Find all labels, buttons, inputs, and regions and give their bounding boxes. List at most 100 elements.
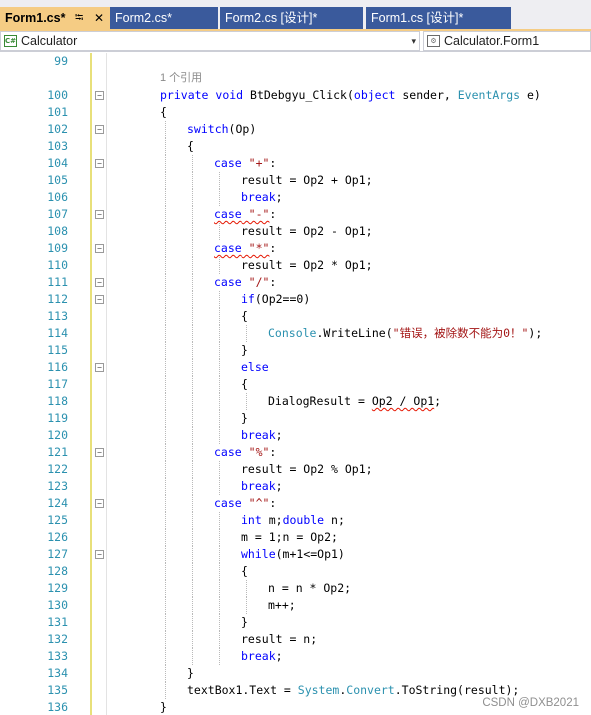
code-line[interactable]: 106 break;	[0, 189, 591, 206]
collapse-icon[interactable]: −	[95, 244, 104, 253]
code-text[interactable]: switch(Op)	[187, 121, 256, 138]
codelens-reference-hint[interactable]: 1 个引用	[0, 70, 591, 87]
codelens-text[interactable]: 1 个引用	[160, 70, 202, 87]
code-line[interactable]: 101 {	[0, 104, 591, 121]
code-editor[interactable]: 99 1 个引用 100 − private void BtDebgyu_Click(o…	[0, 53, 591, 715]
code-text[interactable]: Console.WriteLine("错误，被除数不能为0！");	[268, 325, 542, 342]
collapse-icon[interactable]: −	[95, 125, 104, 134]
code-line[interactable]: 108 result = Op2 - Op1;	[0, 223, 591, 240]
code-line[interactable]: 124 − case "^":	[0, 495, 591, 512]
code-line[interactable]: 130 m++;	[0, 597, 591, 614]
member-dropdown[interactable]: ⚙ Calculator.Form1	[423, 31, 591, 51]
code-text[interactable]: }	[241, 614, 248, 631]
code-text[interactable]: else	[241, 359, 269, 376]
collapse-icon[interactable]: −	[95, 499, 104, 508]
indent-guide	[192, 478, 193, 495]
code-text[interactable]: DialogResult = Op2 / Op1;	[268, 393, 441, 410]
code-line[interactable]: 105 result = Op2 + Op1;	[0, 172, 591, 189]
indent-guide	[192, 512, 193, 529]
code-line[interactable]: 122 result = Op2 % Op1;	[0, 461, 591, 478]
tab-form1-cs[interactable]: Form1.cs* ⭾ ✕	[0, 7, 110, 30]
code-line[interactable]: 117 {	[0, 376, 591, 393]
code-text[interactable]: int m;double n;	[241, 512, 345, 529]
code-text[interactable]: result = Op2 + Op1;	[241, 172, 373, 189]
code-text[interactable]: m++;	[268, 597, 296, 614]
code-text[interactable]: if(Op2==0)	[241, 291, 310, 308]
code-line[interactable]: 118 DialogResult = Op2 / Op1;	[0, 393, 591, 410]
tab-form2-design[interactable]: Form2.cs [设计]*	[220, 7, 363, 29]
code-text[interactable]: {	[241, 563, 248, 580]
code-line[interactable]: 126 m = 1;n = Op2;	[0, 529, 591, 546]
code-line[interactable]: 104 − case "+":	[0, 155, 591, 172]
code-line[interactable]: 116 − else	[0, 359, 591, 376]
collapse-icon[interactable]: −	[95, 91, 104, 100]
code-line[interactable]: 133 break;	[0, 648, 591, 665]
code-text[interactable]: break;	[241, 648, 283, 665]
code-text[interactable]: {	[187, 138, 194, 155]
indent-guide	[165, 189, 166, 206]
collapse-icon[interactable]: −	[95, 210, 104, 219]
code-text[interactable]: break;	[241, 189, 283, 206]
code-text[interactable]: break;	[241, 478, 283, 495]
code-text[interactable]: private void BtDebgyu_Click(object sende…	[160, 87, 541, 104]
collapse-icon[interactable]: −	[95, 448, 104, 457]
code-line[interactable]: 99	[0, 53, 591, 70]
code-text[interactable]: case "*":	[214, 240, 276, 257]
chevron-down-icon[interactable]: ▾	[411, 32, 416, 50]
collapse-icon[interactable]: −	[95, 159, 104, 168]
code-text[interactable]: }	[241, 410, 248, 427]
code-line[interactable]: 114 Console.WriteLine("错误，被除数不能为0！");	[0, 325, 591, 342]
collapse-icon[interactable]: −	[95, 295, 104, 304]
tab-form1-design[interactable]: Form1.cs [设计]*	[366, 7, 511, 29]
code-text[interactable]: case "%":	[214, 444, 276, 461]
code-text[interactable]: case "+":	[214, 155, 276, 172]
pin-icon[interactable]: ⭾	[75, 7, 83, 29]
code-text[interactable]: result = n;	[241, 631, 317, 648]
code-line[interactable]: 131}	[0, 614, 591, 631]
code-text[interactable]: case "/":	[214, 274, 276, 291]
code-text[interactable]: }	[160, 699, 167, 715]
code-line[interactable]: 110 result = Op2 * Op1;	[0, 257, 591, 274]
code-text[interactable]: case "^":	[214, 495, 276, 512]
code-line[interactable]: 121 − case "%":	[0, 444, 591, 461]
tab-form2-cs[interactable]: Form2.cs*	[110, 7, 218, 29]
code-text[interactable]: break;	[241, 427, 283, 444]
code-text[interactable]: {	[241, 376, 248, 393]
code-text[interactable]: {	[160, 104, 167, 121]
code-line[interactable]: 102 − switch(Op)	[0, 121, 591, 138]
code-line[interactable]: 134}	[0, 665, 591, 682]
code-line[interactable]: 100 − private void BtDebgyu_Click(object s…	[0, 87, 591, 104]
code-line[interactable]: 120 break;	[0, 427, 591, 444]
code-text[interactable]: result = Op2 % Op1;	[241, 461, 373, 478]
code-text[interactable]: result = Op2 - Op1;	[241, 223, 373, 240]
code-text[interactable]: }	[241, 342, 248, 359]
code-line[interactable]: 129 n = n * Op2;	[0, 580, 591, 597]
code-line[interactable]: 132 result = n;	[0, 631, 591, 648]
code-line[interactable]: 125 int m;double n;	[0, 512, 591, 529]
collapse-icon[interactable]: −	[95, 363, 104, 372]
code-line[interactable]: 103 {	[0, 138, 591, 155]
code-text[interactable]: {	[241, 308, 248, 325]
code-line[interactable]: 113 {	[0, 308, 591, 325]
code-line[interactable]: 109 − case "*":	[0, 240, 591, 257]
code-line[interactable]: 115}	[0, 342, 591, 359]
project-dropdown[interactable]: C# Calculator ▾	[0, 31, 420, 51]
code-line[interactable]: 111 − case "/":	[0, 274, 591, 291]
code-text[interactable]: n = n * Op2;	[268, 580, 351, 597]
code-text[interactable]: case "-":	[214, 206, 276, 223]
code-line[interactable]: 119}	[0, 410, 591, 427]
code-line[interactable]: 127 − while(m+1<=Op1)	[0, 546, 591, 563]
code-text[interactable]: }	[187, 665, 194, 682]
code-line[interactable]: 128 {	[0, 563, 591, 580]
code-text[interactable]: result = Op2 * Op1;	[241, 257, 373, 274]
close-icon[interactable]: ✕	[94, 7, 104, 29]
code-text[interactable]: textBox1.Text = System.Convert.ToString(…	[187, 682, 519, 699]
code-line[interactable]: 112 − if(Op2==0)	[0, 291, 591, 308]
indent-guide	[165, 648, 166, 665]
code-text[interactable]: while(m+1<=Op1)	[241, 546, 345, 563]
code-line[interactable]: 107 − case "-":	[0, 206, 591, 223]
code-line[interactable]: 123 break;	[0, 478, 591, 495]
collapse-icon[interactable]: −	[95, 278, 104, 287]
collapse-icon[interactable]: −	[95, 550, 104, 559]
code-text[interactable]: m = 1;n = Op2;	[241, 529, 338, 546]
